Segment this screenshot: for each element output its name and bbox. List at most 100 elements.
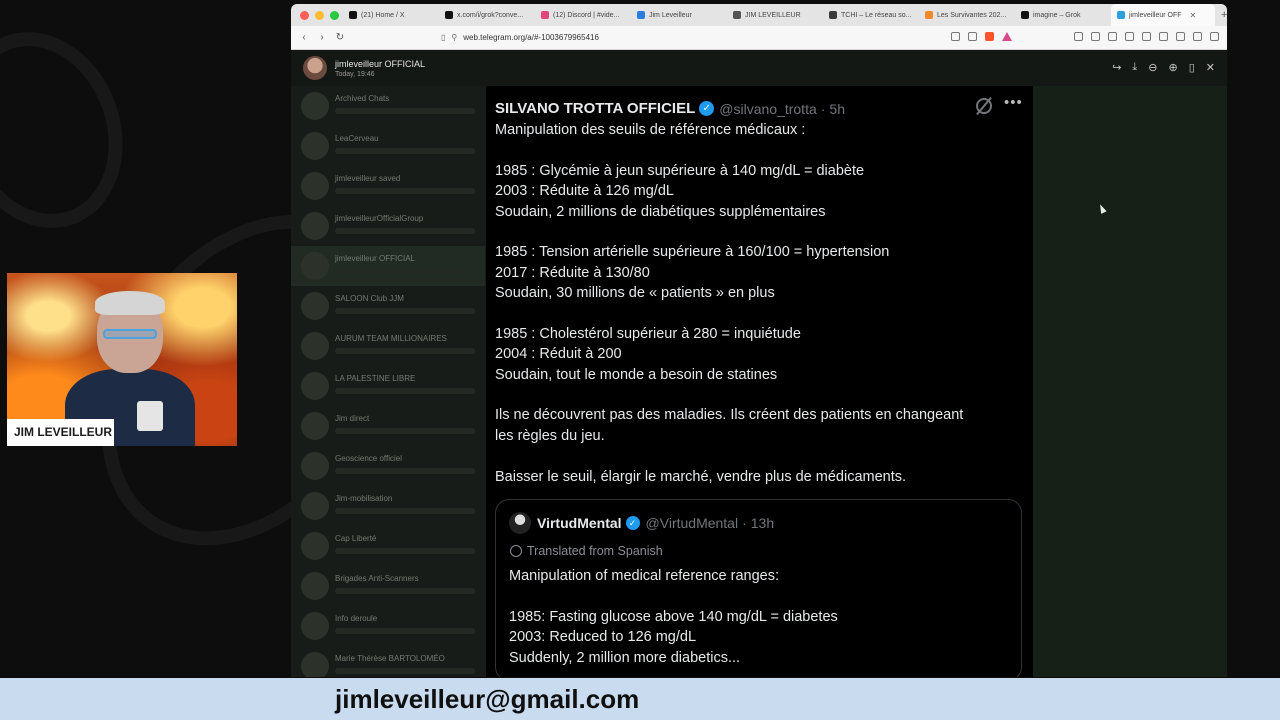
avatar: [301, 532, 329, 560]
back-icon[interactable]: ‹: [295, 32, 313, 43]
chat-list-item[interactable]: Marie Thérèse BARTOLOMÉO: [291, 646, 485, 677]
wallet-icon[interactable]: [1176, 32, 1185, 41]
chat-list-item[interactable]: LA PALESTINE LIBRE: [291, 366, 485, 406]
chat-preview: [335, 628, 475, 634]
menu-icon[interactable]: [1210, 32, 1219, 41]
toolbar-icons: [951, 32, 1219, 41]
site-info-icon[interactable]: ⚲: [451, 33, 457, 42]
reading-list-icon[interactable]: [1091, 32, 1100, 41]
media-icon[interactable]: [1125, 32, 1134, 41]
url-text: web.telegram.org/a/#-1003679965416: [463, 33, 599, 42]
chat-preview: [335, 188, 475, 194]
download-icon[interactable]: ⤓: [1132, 61, 1137, 74]
zoom-in-icon[interactable]: ⊕: [1169, 61, 1178, 74]
screen: (21) Home / X x.com/i/grok?conve... (12) D…: [0, 0, 1280, 720]
chat-name: jimleveilleur OFFICIAL: [335, 254, 416, 263]
chat-list-item[interactable]: jimleveilleur saved: [291, 166, 485, 206]
text-line: [495, 446, 1020, 466]
contact-email: jimleveilleur@gmail.com: [335, 684, 640, 714]
chat-preview: [335, 108, 475, 114]
cast-icon[interactable]: [951, 32, 960, 41]
close-window-button[interactable]: [300, 10, 309, 20]
chat-name: Marie Thérèse BARTOLOMÉO: [335, 654, 445, 663]
browser-tab[interactable]: Les Survivantes 202...: [919, 4, 1015, 26]
tab-favicon-icon: [829, 11, 837, 19]
vpn-icon[interactable]: [1193, 32, 1202, 41]
close-tab-icon[interactable]: ✕: [1190, 11, 1197, 20]
chat-preview: [335, 308, 475, 314]
tab-favicon-icon: [445, 11, 453, 19]
forward-icon[interactable]: ↪: [1112, 61, 1121, 74]
share-icon[interactable]: [968, 32, 977, 41]
brave-rewards-icon[interactable]: [1002, 32, 1012, 41]
contact-banner: jimleveilleur@gmail.com: [0, 678, 1280, 720]
chat-list-item[interactable]: Jim direct: [291, 406, 485, 446]
browser-tab[interactable]: imagine – Grok: [1015, 4, 1111, 26]
chat-list-item[interactable]: jimleveilleur OFFICIAL: [291, 246, 485, 286]
browser-tab[interactable]: (12) Discord | #vide...: [535, 4, 631, 26]
avatar: [301, 212, 329, 240]
extensions-icon[interactable]: [1074, 32, 1083, 41]
browser-tab[interactable]: Jim Leveilleur: [631, 4, 727, 26]
url-field[interactable]: ▯ ⚲ web.telegram.org/a/#-1003679965416: [441, 33, 599, 42]
chat-list-item[interactable]: jimleveilleurOfficialGroup: [291, 206, 485, 246]
bookmark-icon[interactable]: ▯: [441, 33, 445, 42]
chat-list-item[interactable]: Brigades Anti-Scanners: [291, 566, 485, 606]
chat-list-item[interactable]: LeaCerveau: [291, 126, 485, 166]
download-icon[interactable]: [1108, 32, 1117, 41]
channel-name: jimleveilleur OFFICIAL: [335, 59, 426, 69]
minimize-window-button[interactable]: [315, 10, 324, 20]
text-line: Soudain, tout le monde a besoin de stati…: [495, 366, 778, 383]
tab-label: TCHI – Le réseau so...: [841, 11, 912, 19]
chat-list: Archived Chats LeaCerveau jimleveilleur sa…: [291, 86, 485, 677]
tab-icon[interactable]: [1159, 32, 1168, 41]
brave-shields-icon[interactable]: [985, 32, 994, 41]
chat-list-item[interactable]: Geoscience officiel: [291, 446, 485, 486]
chat-list-item[interactable]: Jim-mobilisation: [291, 486, 485, 526]
avatar: [301, 92, 329, 120]
window-controls: [291, 10, 343, 20]
chat-list-item[interactable]: Archived Chats: [291, 86, 485, 126]
tab-label: JIM LEVEILLEUR: [745, 11, 801, 19]
browser-tab[interactable]: (21) Home / X: [343, 4, 439, 26]
chat-name: Jim direct: [335, 414, 370, 423]
text-line: 1985: Fasting glucose above 140 mg/dL = …: [509, 608, 838, 625]
chat-list-item[interactable]: Cap Liberté: [291, 526, 485, 566]
tab-label: x.com/i/grok?conve...: [457, 11, 524, 19]
tab-favicon-icon: [1021, 11, 1029, 19]
separator-dot: ·: [820, 100, 826, 117]
browser-tab[interactable]: JIM LEVEILLEUR: [727, 4, 823, 26]
close-icon[interactable]: ✕: [1206, 61, 1215, 74]
avatar: [301, 612, 329, 640]
chat-list-item[interactable]: AURUM TEAM MILLIONAIRES: [291, 326, 485, 366]
tweet-screenshot[interactable]: SILVANO TROTTA OFFICIEL ✓ @silvano_trott…: [486, 86, 1033, 677]
text-line: 1985 : Tension artérielle supérieure à 1…: [495, 244, 890, 261]
chat-list-item[interactable]: Info deroule: [291, 606, 485, 646]
chat-preview: [335, 668, 475, 674]
reload-icon[interactable]: ↻: [331, 32, 349, 43]
avatar[interactable]: [303, 56, 327, 80]
tab-favicon-icon: [349, 11, 357, 19]
sidebar-icon[interactable]: [1142, 32, 1151, 41]
text-line: Manipulation des seuils de référence méd…: [495, 122, 806, 138]
zoom-out-icon[interactable]: ⊖: [1148, 61, 1157, 74]
new-tab-button[interactable]: +: [1215, 9, 1227, 21]
zoom-window-button[interactable]: [330, 10, 339, 20]
chat-name: Geoscience officiel: [335, 454, 402, 463]
browser-tab[interactable]: x.com/i/grok?conve...: [439, 4, 535, 26]
delete-icon[interactable]: ▯: [1189, 61, 1195, 74]
chat-name: AURUM TEAM MILLIONAIRES: [335, 334, 447, 343]
browser-tab[interactable]: TCHI – Le réseau so...: [823, 4, 919, 26]
browser-tab[interactable]: jimleveilleur OFF ✕: [1111, 4, 1215, 26]
forward-icon[interactable]: ›: [313, 32, 331, 43]
tab-favicon-icon: [925, 11, 933, 19]
quoted-tweet-text: Manipulation of medical reference ranges…: [509, 566, 1014, 668]
chat-preview: [335, 588, 475, 594]
avatar: [301, 372, 329, 400]
chat-list-item[interactable]: SALOON Club JJM: [291, 286, 485, 326]
chat-preview: [335, 228, 475, 234]
text-line: les règles du jeu.: [495, 427, 605, 444]
glasses: [103, 329, 157, 339]
avatar: [301, 652, 329, 677]
avatar: [301, 452, 329, 480]
